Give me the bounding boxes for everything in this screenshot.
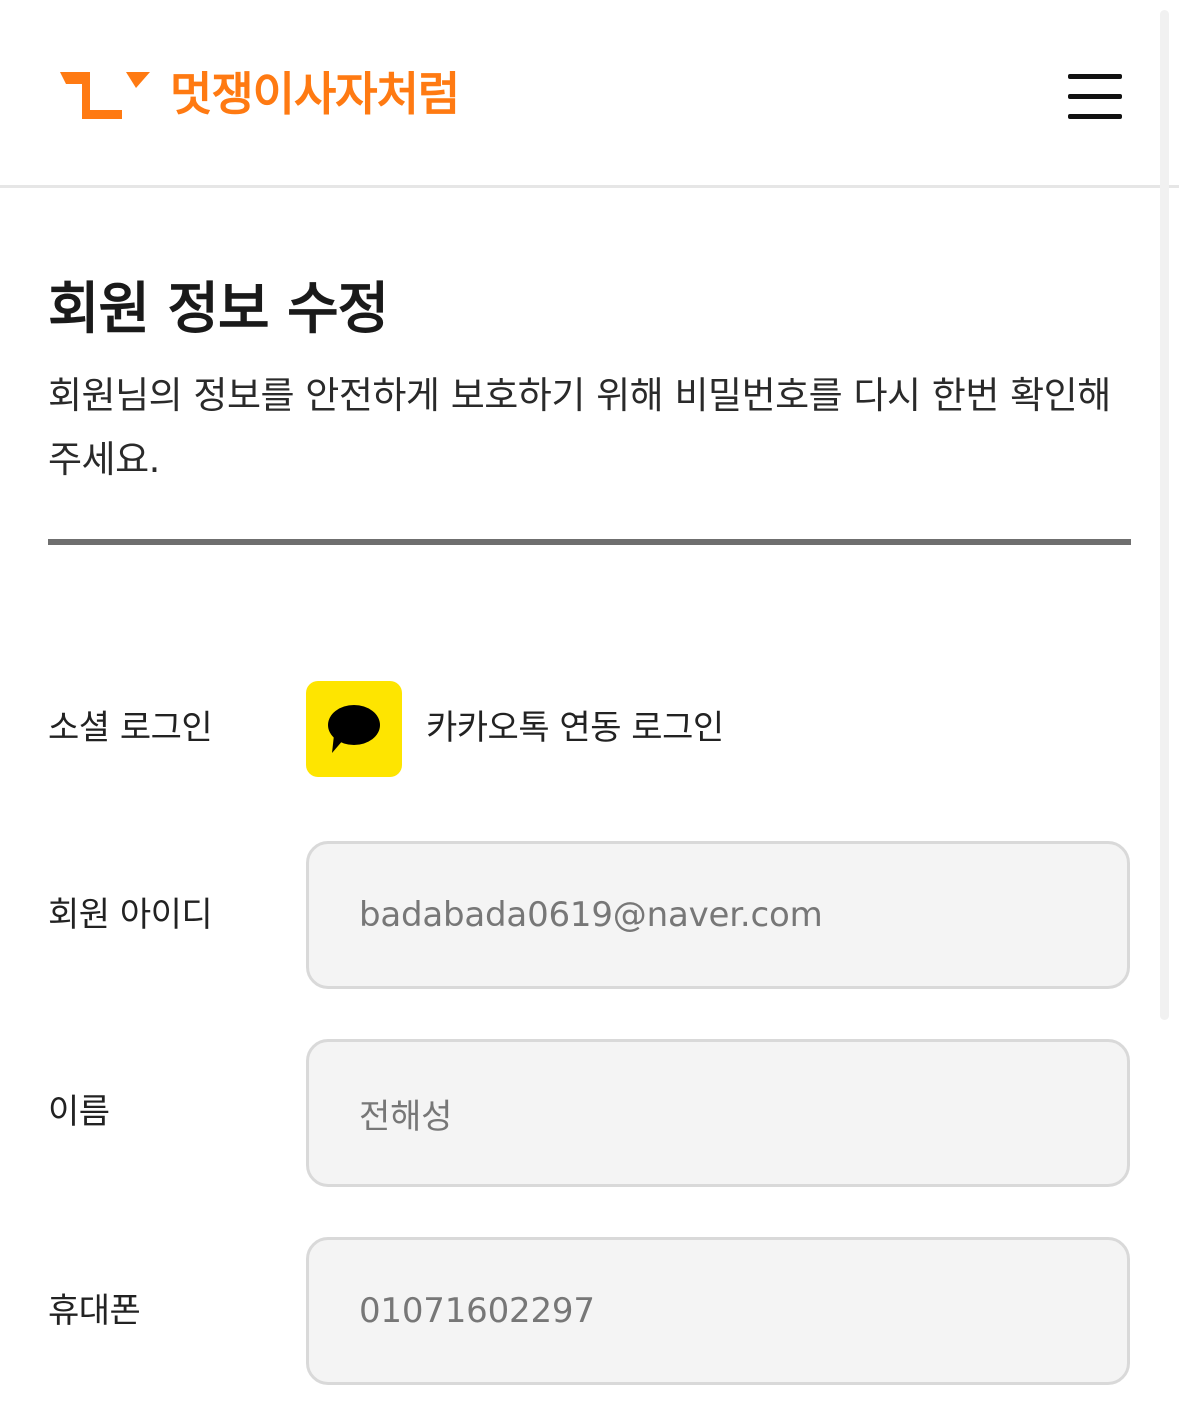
name-label: 이름 (48, 1092, 110, 1132)
logo-text: 멋쟁이사자처럼 (170, 67, 460, 121)
name-field[interactable]: 전해성 (306, 1039, 1130, 1187)
scrollbar[interactable] (1160, 10, 1169, 1020)
member-id-field[interactable]: badabada0619@naver.com (306, 841, 1130, 989)
logo-mark-icon (60, 72, 150, 119)
site-header: 멋쟁이사자처럼 (0, 0, 1179, 188)
phone-field[interactable]: 01071602297 (306, 1237, 1130, 1385)
page-description: 회원님의 정보를 안전하게 보호하기 위해 비밀번호를 다시 한번 확인해주세요… (48, 374, 1111, 481)
phone-label: 휴대폰 (48, 1291, 141, 1331)
kakao-talk-icon (306, 681, 402, 777)
social-login-label: 소셜 로그인 (48, 708, 213, 748)
section-divider (48, 539, 1131, 545)
page-title: 회원 정보 수정 (48, 277, 389, 342)
site-logo[interactable]: 멋쟁이사자처럼 (60, 64, 460, 124)
hamburger-menu-icon[interactable] (1064, 70, 1124, 122)
edit-profile-page: 멋쟁이사자처럼 회원 정보 수정 회원님의 정보를 안전하게 보호하기 위해 비… (0, 0, 1179, 1417)
kakao-login-text: 카카오톡 연동 로그인 (426, 708, 724, 748)
member-id-label: 회원 아이디 (48, 895, 213, 935)
